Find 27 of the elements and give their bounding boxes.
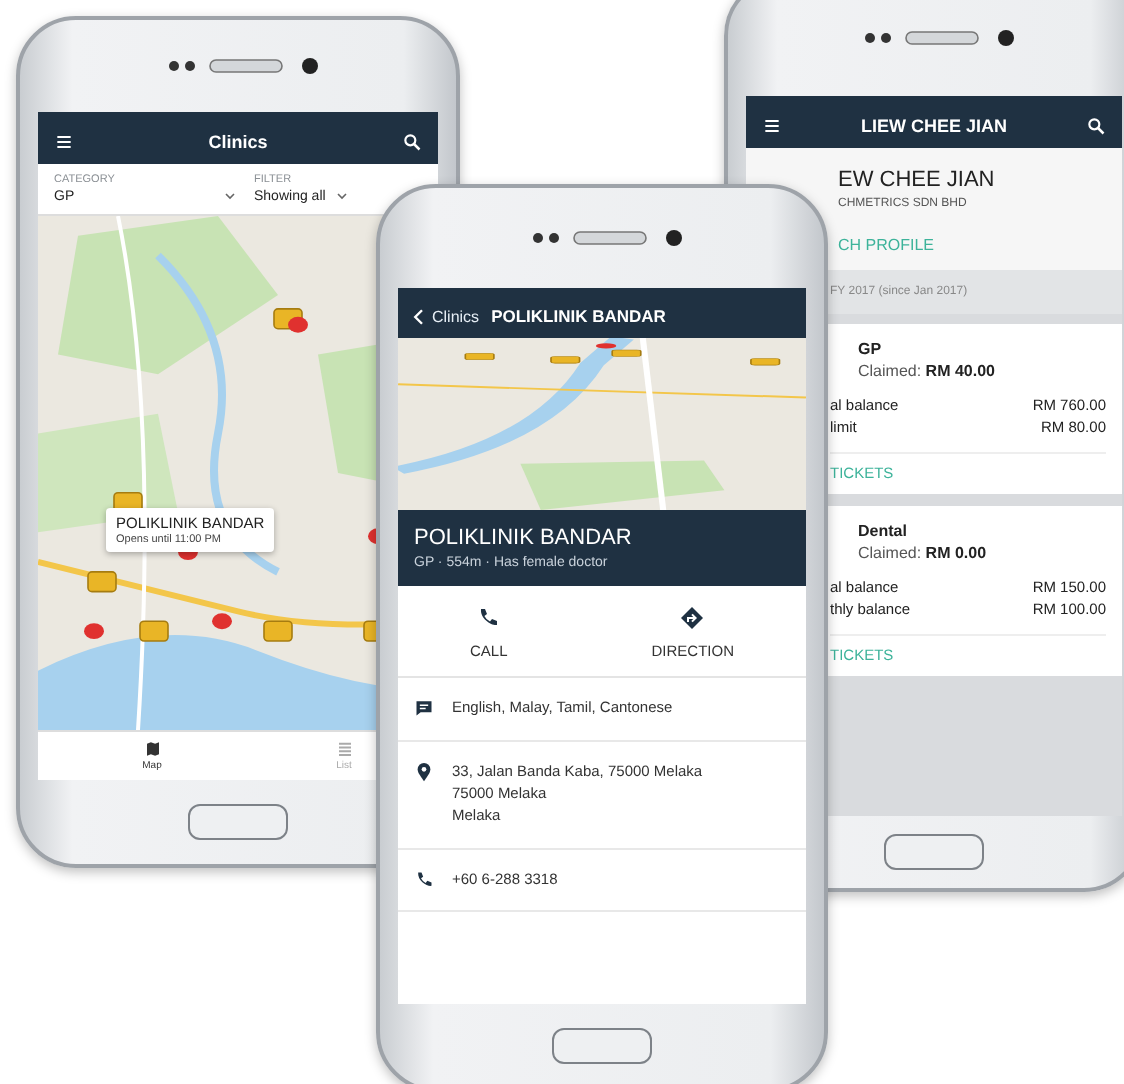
search-icon xyxy=(402,132,422,152)
phone-icon xyxy=(414,869,434,889)
back-chevron-icon xyxy=(410,307,428,325)
header-title: Clinics xyxy=(206,132,270,152)
caret-icon xyxy=(333,188,350,204)
member-name: EW CHEE JIAN xyxy=(838,168,995,192)
claimed-amount: Claimed: RM 0.00 xyxy=(856,544,989,562)
menu-icon xyxy=(54,132,74,152)
back-link[interactable]: Clinics xyxy=(410,307,480,325)
list-icon xyxy=(335,740,353,758)
caret-icon xyxy=(222,188,238,204)
benefit-title: Dental xyxy=(856,522,909,540)
direction-sign-icon xyxy=(680,606,705,630)
home-button[interactable] xyxy=(552,1028,652,1064)
home-button[interactable] xyxy=(884,834,984,870)
location-pin-icon xyxy=(414,761,434,782)
phone-icon xyxy=(476,606,501,630)
map-icon xyxy=(143,740,161,758)
search-icon xyxy=(1086,116,1106,136)
menu-icon xyxy=(762,116,782,136)
header-title: LIEW CHEE JIAN xyxy=(858,116,1009,136)
clinic-name: POLIKLINIK BANDAR xyxy=(414,526,634,550)
benefit-title: GP xyxy=(856,340,884,358)
claimed-amount: Claimed: RM 40.00 xyxy=(856,362,997,380)
home-button[interactable] xyxy=(188,804,288,840)
header-title: POLIKLINIK BANDAR xyxy=(491,306,666,326)
speech-bubble-icon xyxy=(414,698,434,718)
